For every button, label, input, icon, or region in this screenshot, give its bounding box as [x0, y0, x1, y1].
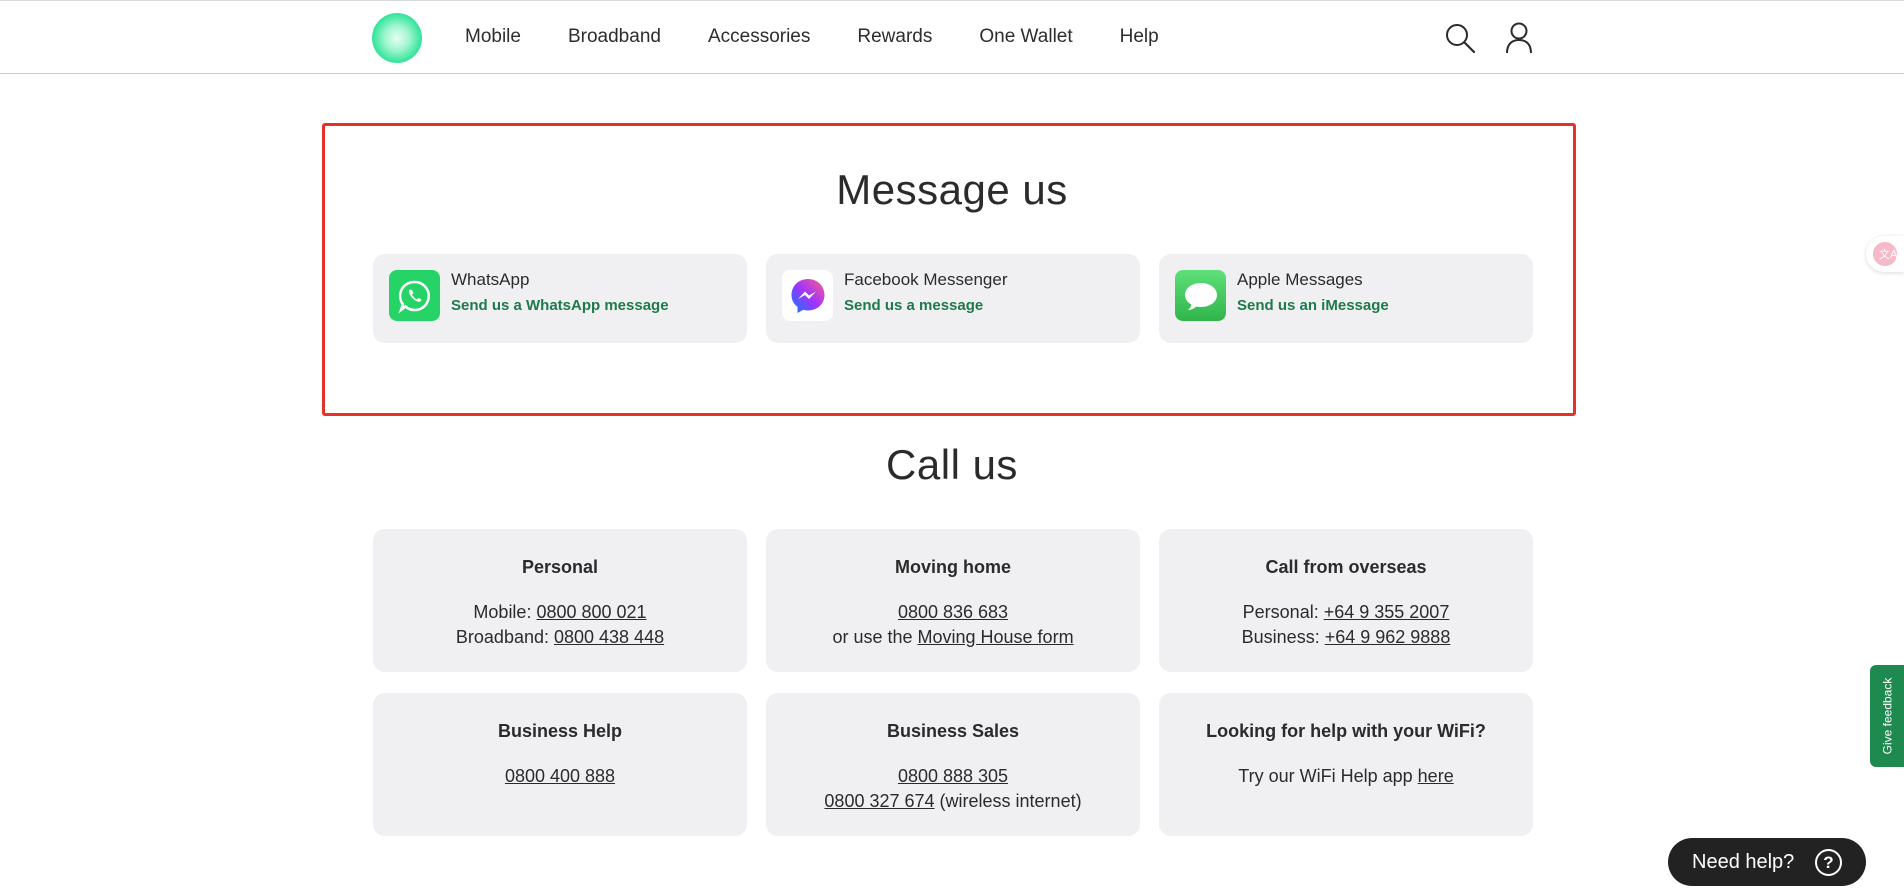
- user-icon[interactable]: [1502, 21, 1536, 55]
- overseas-personal-number-link[interactable]: +64 9 355 2007: [1324, 602, 1450, 622]
- business-help-number-link[interactable]: 0800 400 888: [505, 766, 615, 786]
- wireless-number-link[interactable]: 0800 327 674: [824, 791, 934, 811]
- nav-rewards[interactable]: Rewards: [857, 26, 932, 48]
- overseas-business-number-link[interactable]: +64 9 962 9888: [1325, 627, 1451, 647]
- messenger-icon: [782, 270, 833, 321]
- translate-icon[interactable]: 文A: [1866, 236, 1904, 272]
- business-sales-title: Business Sales: [886, 721, 1020, 741]
- moving-house-form-link[interactable]: Moving House form: [918, 627, 1074, 647]
- personal-card: Personal Mobile: 0800 800 021 Broadband:…: [373, 529, 747, 672]
- need-help-label: Need help?: [1692, 850, 1795, 873]
- imessage-link[interactable]: Send us an iMessage: [1237, 297, 1389, 314]
- overseas-business-label: Business:: [1241, 627, 1325, 647]
- nav-accessories[interactable]: Accessories: [708, 26, 810, 48]
- overseas-title: Call from overseas: [1265, 557, 1427, 577]
- broadband-number-link[interactable]: 0800 438 448: [554, 627, 664, 647]
- wifi-help-text: Try our WiFi Help app: [1238, 766, 1418, 786]
- whatsapp-card[interactable]: WhatsApp Send us a WhatsApp message: [373, 254, 747, 343]
- overseas-personal-label: Personal:: [1242, 602, 1324, 622]
- whatsapp-link[interactable]: Send us a WhatsApp message: [451, 297, 669, 314]
- overseas-card: Call from overseas Personal: +64 9 355 2…: [1159, 529, 1533, 672]
- give-feedback-label: Give feedback: [1880, 677, 1894, 755]
- imessage-icon: [1175, 270, 1226, 321]
- business-sales-card: Business Sales 0800 888 305 0800 327 674…: [766, 693, 1140, 836]
- moving-home-title: Moving home: [895, 557, 1011, 577]
- business-help-card: Business Help 0800 400 888: [373, 693, 747, 836]
- help-question-icon: ?: [1815, 849, 1842, 876]
- moving-home-card: Moving home 0800 836 683 or use the Movi…: [766, 529, 1140, 672]
- messenger-card[interactable]: Facebook Messenger Send us a message: [766, 254, 1140, 343]
- whatsapp-icon: [389, 270, 440, 321]
- mobile-label: Mobile:: [473, 602, 537, 622]
- wifi-help-card: Looking for help with your WiFi? Try our…: [1159, 693, 1533, 836]
- nav-mobile[interactable]: Mobile: [465, 26, 521, 48]
- personal-title: Personal: [521, 557, 599, 577]
- messenger-title: Facebook Messenger: [844, 270, 1008, 289]
- nav-one-wallet[interactable]: One Wallet: [979, 26, 1072, 48]
- business-help-title: Business Help: [497, 721, 623, 741]
- site-header: Mobile Broadband Accessories Rewards One…: [0, 0, 1904, 74]
- moving-or-text: or use the: [832, 627, 918, 647]
- mobile-number-link[interactable]: 0800 800 021: [536, 602, 646, 622]
- main-nav: Mobile Broadband Accessories Rewards One…: [465, 1, 1206, 73]
- brand-logo[interactable]: [372, 13, 422, 63]
- messenger-link[interactable]: Send us a message: [844, 297, 983, 314]
- moving-number-link[interactable]: 0800 836 683: [898, 602, 1008, 622]
- imessage-title: Apple Messages: [1237, 270, 1363, 289]
- imessage-card[interactable]: Apple Messages Send us an iMessage: [1159, 254, 1533, 343]
- give-feedback-tab[interactable]: Give feedback: [1870, 665, 1904, 767]
- broadband-label: Broadband:: [455, 627, 554, 647]
- call-us-title: Call us: [886, 441, 1018, 488]
- wifi-help-link[interactable]: here: [1418, 766, 1454, 786]
- business-sales-number-link[interactable]: 0800 888 305: [898, 766, 1008, 786]
- need-help-button[interactable]: Need help? ?: [1668, 838, 1866, 886]
- search-icon[interactable]: [1443, 21, 1477, 55]
- message-us-title: Message us: [836, 166, 1068, 213]
- whatsapp-title: WhatsApp: [451, 270, 530, 289]
- nav-broadband[interactable]: Broadband: [568, 26, 661, 48]
- nav-help[interactable]: Help: [1120, 26, 1159, 48]
- wireless-suffix: (wireless internet): [934, 791, 1082, 811]
- svg-text:文A: 文A: [1879, 247, 1898, 261]
- wifi-help-title: Looking for help with your WiFi?: [1206, 721, 1486, 741]
